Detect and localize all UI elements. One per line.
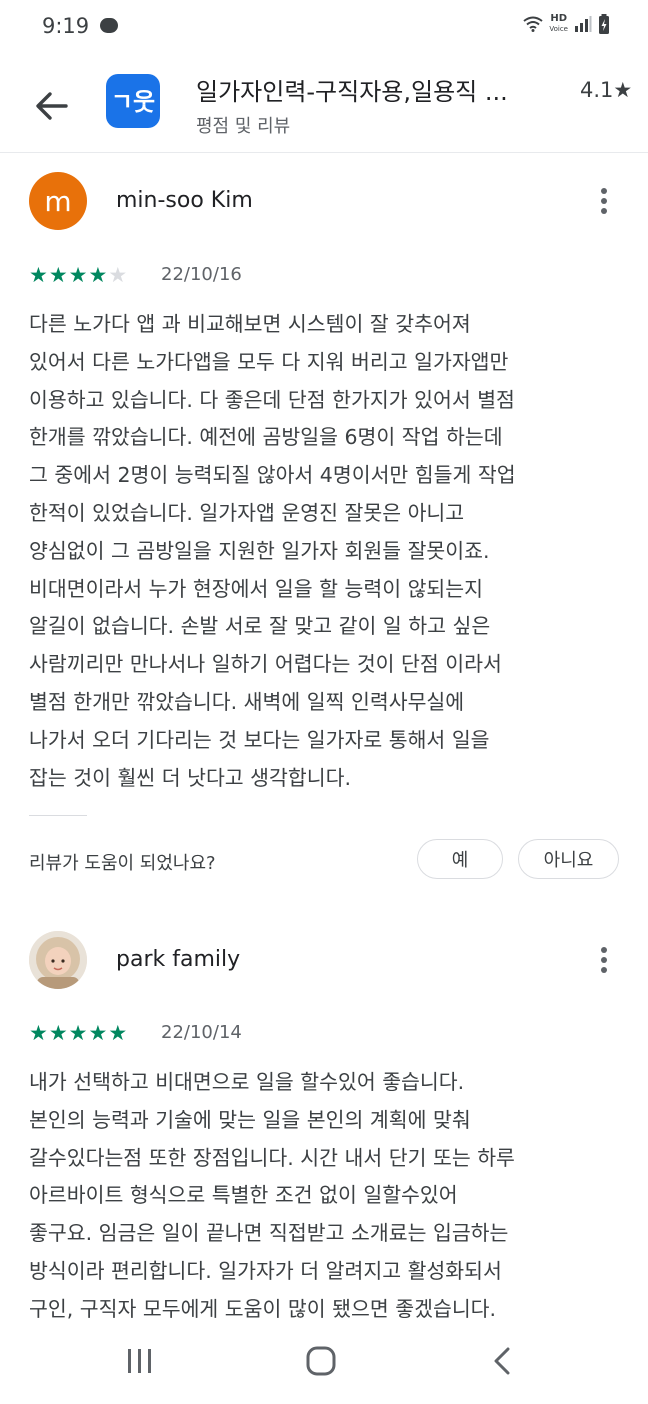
review-line: 나가서 오더 기다리는 것 보다는 일가자로 통해서 일을 [29,727,490,752]
signal-icon [575,16,592,32]
page-subtitle: 평점 및 리뷰 [196,116,291,137]
star-icon: ★ [68,1021,88,1045]
chat-notification-icon [100,18,118,33]
review-line: 본인의 능력과 기술에 맞는 일을 본인의 계획에 맞춰 [29,1107,471,1132]
status-bar: 9:19 HD Voice [0,0,648,52]
status-icons: HD Voice [523,14,610,34]
star-icon: ★ [88,263,108,287]
helpful-yes-button[interactable]: 예 [417,839,503,879]
app-title: 일가자인력-구직자용,일용직 ... [196,78,508,106]
system-nav-bar [0,1322,648,1404]
star-icon: ★ [48,1021,68,1045]
wifi-icon [523,16,543,32]
star-icon: ★ [88,1021,108,1045]
review-line: 한개를 깎았습니다. 예전에 곰방일을 6명이 작업 하는데 [29,425,503,450]
star-icon: ★ [29,263,48,287]
helpful-question: 리뷰가 도움이 되었나요? [29,853,216,874]
review-line: 내가 선택하고 비대면으로 일을 할수있어 좋습니다. [29,1070,465,1094]
yes-label: 예 [451,850,469,871]
recent-apps-icon[interactable] [126,1346,154,1376]
app-header: ㄱ웃 일가자인력-구직자용,일용직 ... 평점 및 리뷰 4.1★ [0,56,648,153]
review-author: park family [116,947,241,972]
app-icon: ㄱ웃 [106,74,160,128]
helpful-no-button[interactable]: 아니요 [518,839,619,879]
review-line: 있어서 다른 노가다앱을 모두 다 지워 버리고 일가자앱만 [29,349,509,374]
status-time: 9:19 [42,14,90,38]
arrow-back-icon [36,92,68,120]
review-line: 아르바이트 형식으로 특별한 조건 없이 일할수있어 [29,1183,458,1208]
review-author: min-soo Kim [116,188,253,213]
review-line: 다른 노가다 앱 과 비교해보면 시스템이 잘 갖추어져 [29,312,471,336]
review-line: 양심없이 그 곰방일을 지원한 일가자 회원들 잘못이죠. [29,538,490,563]
review-line: 별점 한개만 깎았습니다. 새벽에 일찍 인력사무실에 [29,689,465,714]
review-date: 22/10/16 [161,264,242,285]
avatar [29,931,87,989]
more-options-button[interactable] [592,944,616,978]
avatar-letter: m [44,184,72,218]
star-icon: ★ [29,1021,48,1045]
back-nav-icon[interactable] [490,1346,514,1376]
app-icon-text: ㄱ웃 [111,88,155,116]
review-line: 이용하고 있습니다. 다 좋은데 단점 한가지가 있어서 별점 [29,387,515,412]
back-button[interactable] [30,84,74,128]
hd-label: HD [550,13,568,24]
star-icon: ★ [68,263,88,287]
review-text: 다른 노가다 앱 과 비교해보면 시스템이 잘 갖추어져 있어서 다른 노가다앱… [29,306,619,797]
review-line: 잡는 것이 훨씬 더 낫다고 생각합니다. [29,765,351,790]
divider [29,815,87,816]
app-rating: 4.1★ [580,78,633,102]
voice-label: Voice [549,25,568,33]
review-line: 방식이라 편리합니다. 일가자가 더 알려지고 활성화되서 [29,1258,502,1283]
avatar: m [29,172,87,230]
review-date: 22/10/14 [161,1022,242,1043]
review-line: 한적이 있었습니다. 일가자앱 운영진 잘못은 아니고 [29,500,465,525]
review-line: 사람끼리만 만나서나 일하기 어렵다는 것이 단점 이라서 [29,652,502,677]
battery-icon [599,14,609,34]
review-line: 알길이 없습니다. 손발 서로 잘 맞고 같이 일 하고 싶은 [29,614,491,639]
review-line: 좋구요. 임금은 일이 끝나면 직접받고 소개료는 입금하는 [29,1221,509,1246]
star-rating: ★ ★ ★ ★ ★ [29,1022,127,1044]
review-line: 그 중에서 2명이 능력되질 않아서 4명이서만 힘들게 작업 [29,463,516,488]
no-label: 아니요 [543,850,594,871]
star-empty-icon: ★ [108,263,128,287]
more-options-button[interactable] [592,185,616,219]
child-photo-avatar [29,931,87,989]
review-line: 비대면이라서 누가 현장에서 일을 할 능력이 않되는지 [29,576,484,601]
hd-voice-indicator: HD Voice [549,14,568,34]
star-rating: ★ ★ ★ ★ ★ [29,264,127,286]
star-icon: ★ [108,1021,128,1045]
star-icon: ★ [48,263,68,287]
review-text: 내가 선택하고 비대면으로 일을 할수있어 좋습니다. 본인의 능력과 기술에 … [29,1064,619,1329]
review-line: 갈수있다는점 또한 장점입니다. 시간 내서 단기 또는 하루 [29,1145,515,1170]
home-icon[interactable] [305,1345,337,1377]
